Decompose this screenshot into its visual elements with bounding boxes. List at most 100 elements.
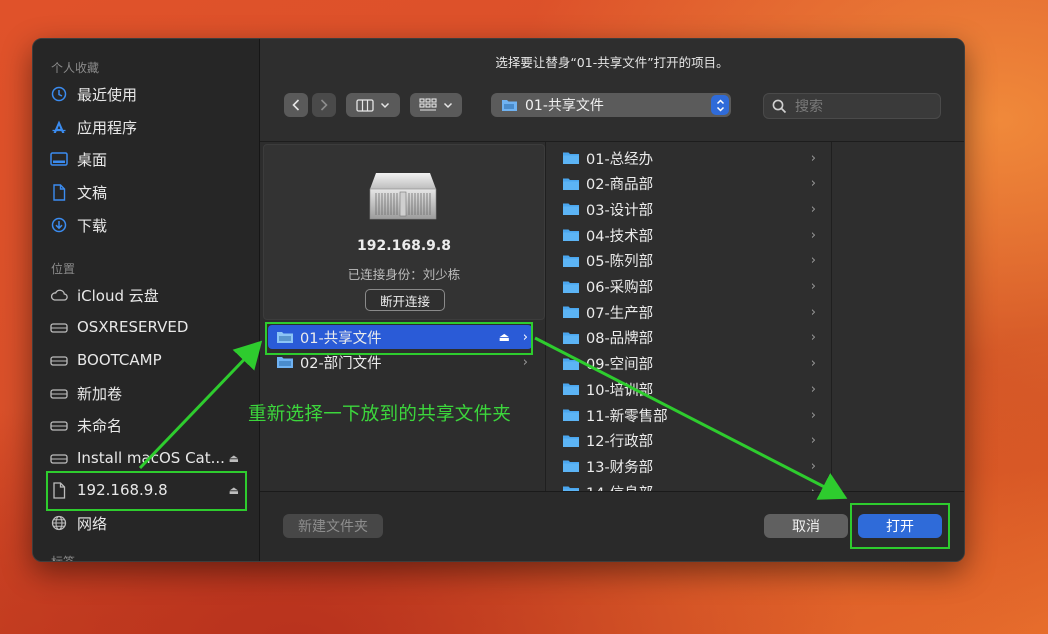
sidebar-item-bootcamp[interactable]: BOOTCAMP bbox=[49, 346, 245, 374]
sidebar-item-label: 新加卷 bbox=[77, 384, 123, 403]
cancel-button[interactable]: 取消 bbox=[764, 514, 848, 538]
folder-icon bbox=[562, 202, 580, 216]
drive-icon bbox=[49, 317, 69, 337]
column1-item-shared-files[interactable]: 01-共享文件 ⏏ › bbox=[268, 325, 532, 349]
sidebar-item-downloads[interactable]: 下载 bbox=[49, 211, 245, 239]
sidebar-item-icloud[interactable]: iCloud 云盘 bbox=[49, 281, 245, 309]
sidebar-item-recents[interactable]: 最近使用 bbox=[49, 80, 245, 108]
folder-label: 02-部门文件 bbox=[300, 355, 382, 372]
sidebar-item-server[interactable]: 192.168.9.8 ⏏ bbox=[49, 476, 245, 504]
location-label: 01-共享文件 bbox=[525, 98, 604, 114]
forward-button[interactable] bbox=[312, 93, 336, 117]
folder-label: 13-财务部 bbox=[586, 459, 654, 476]
sidebar-item-label: 文稿 bbox=[77, 183, 108, 202]
chevron-right-icon: › bbox=[810, 176, 816, 192]
list-item[interactable]: 09-空间部 › bbox=[550, 352, 820, 376]
chevron-down-icon bbox=[380, 102, 390, 108]
list-item[interactable]: 06-采购部 › bbox=[550, 275, 820, 299]
sidebar-section-favorites: 个人收藏 bbox=[51, 61, 100, 75]
folder-icon bbox=[562, 382, 580, 396]
column-2: 01-总经办 › 02-商品部 › 03-设计部 › 04-技术部 › 05-陈列部 › 06-采购… bbox=[546, 142, 830, 491]
list-item[interactable]: 04-技术部 › bbox=[550, 223, 820, 247]
location-popup[interactable]: 01-共享文件 bbox=[491, 93, 731, 117]
sidebar-item-untitled[interactable]: 未命名 bbox=[49, 411, 245, 439]
search-placeholder: 搜索 bbox=[795, 99, 823, 115]
sidebar-item-label: 192.168.9.8 bbox=[77, 481, 168, 499]
sidebar-item-label: Install macOS Cat... bbox=[77, 449, 225, 467]
list-item[interactable]: 07-生产部 › bbox=[550, 300, 820, 324]
list-item[interactable]: 05-陈列部 › bbox=[550, 249, 820, 273]
folder-label: 01-总经办 bbox=[586, 151, 654, 168]
folder-icon bbox=[562, 305, 580, 319]
eject-icon[interactable]: ⏏ bbox=[229, 484, 239, 497]
chevron-right-icon: › bbox=[810, 407, 816, 423]
server-icon bbox=[49, 480, 69, 500]
drive-icon bbox=[49, 415, 69, 435]
list-item[interactable]: 02-商品部 › bbox=[550, 172, 820, 196]
folder-label: 02-商品部 bbox=[586, 177, 654, 194]
folder-icon bbox=[562, 331, 580, 345]
shared-folder-icon bbox=[501, 98, 518, 112]
disconnect-button[interactable]: 断开连接 bbox=[365, 289, 445, 311]
open-button[interactable]: 打开 bbox=[858, 514, 942, 538]
list-item[interactable]: 10-培训部 › bbox=[550, 377, 820, 401]
folder-icon bbox=[562, 408, 580, 422]
folder-label: 11-新零售部 bbox=[586, 408, 668, 425]
folder-label: 10-培训部 bbox=[586, 382, 654, 399]
folder-icon bbox=[562, 357, 580, 371]
sidebar-item-desktop[interactable]: 桌面 bbox=[49, 145, 245, 173]
desktop-icon bbox=[49, 149, 69, 169]
sidebar-section-tags: 标签 bbox=[51, 555, 76, 562]
list-item[interactable]: 03-设计部 › bbox=[550, 197, 820, 221]
folder-label: 09-空间部 bbox=[586, 357, 654, 374]
sidebar-item-label: BOOTCAMP bbox=[77, 351, 162, 369]
download-icon bbox=[49, 215, 69, 235]
folder-icon bbox=[562, 434, 580, 448]
chevron-right-icon bbox=[320, 99, 328, 111]
chevron-right-icon: › bbox=[810, 458, 816, 474]
server-preview: 192.168.9.8 已连接身份：刘少栋 断开连接 bbox=[263, 144, 545, 320]
list-item[interactable]: 14-信息部› bbox=[550, 480, 820, 491]
folder-label: 01-共享文件 bbox=[300, 330, 382, 347]
clock-icon bbox=[49, 84, 69, 104]
sidebar-item-applications[interactable]: 应用程序 bbox=[49, 113, 245, 141]
sidebar-item-new-volume[interactable]: 新加卷 bbox=[49, 379, 245, 407]
back-button[interactable] bbox=[284, 93, 308, 117]
sidebar-item-install-macos[interactable]: Install macOS Cat... ⏏ bbox=[49, 444, 245, 472]
new-folder-button[interactable]: 新建文件夹 bbox=[283, 514, 383, 538]
search-field[interactable]: 搜索 bbox=[763, 93, 941, 119]
group-button[interactable] bbox=[410, 93, 462, 117]
chevron-right-icon: › bbox=[810, 150, 816, 166]
main-pane: 选择要让替身“01-共享文件”打开的项目。 01-共享文件 搜索 192.168… bbox=[260, 39, 964, 561]
folder-label: 07-生产部 bbox=[586, 305, 654, 322]
eject-icon[interactable]: ⏏ bbox=[229, 452, 239, 465]
folder-label: 12-行政部 bbox=[586, 434, 654, 451]
sidebar-item-documents[interactable]: 文稿 bbox=[49, 178, 245, 206]
list-item[interactable]: 11-新零售部 › bbox=[550, 403, 820, 427]
sidebar-item-label: OSXRESERVED bbox=[77, 318, 189, 336]
column-divider[interactable] bbox=[831, 142, 832, 491]
chevron-right-icon: › bbox=[522, 354, 528, 370]
sidebar-item-network[interactable]: 网络 bbox=[49, 509, 245, 537]
open-dialog-window: 个人收藏 最近使用 应用程序 桌面 文稿 下载 位置 iCloud 云盘 OSX… bbox=[32, 38, 965, 562]
column1-item-dept-files[interactable]: 02-部门文件 › bbox=[268, 350, 532, 374]
sidebar-item-label: 应用程序 bbox=[77, 118, 138, 137]
list-item[interactable]: 01-总经办 › bbox=[550, 146, 820, 170]
search-icon bbox=[772, 99, 787, 113]
grid-icon bbox=[419, 98, 437, 111]
sidebar-section-locations: 位置 bbox=[51, 262, 76, 276]
folder-label: 03-设计部 bbox=[586, 202, 654, 219]
chevron-right-icon: › bbox=[522, 329, 528, 345]
folder-icon bbox=[562, 254, 580, 268]
folder-icon bbox=[562, 228, 580, 242]
sidebar-item-osxreserved[interactable]: OSXRESERVED bbox=[49, 313, 245, 341]
chevron-right-icon: › bbox=[810, 253, 816, 269]
chevron-right-icon: › bbox=[810, 381, 816, 397]
view-mode-button[interactable] bbox=[346, 93, 400, 117]
list-item[interactable]: 08-品牌部 › bbox=[550, 326, 820, 350]
chevron-right-icon: › bbox=[810, 433, 816, 449]
list-item[interactable]: 12-行政部 › bbox=[550, 429, 820, 453]
drive-icon bbox=[49, 448, 69, 468]
list-item[interactable]: 13-财务部 › bbox=[550, 454, 820, 478]
eject-icon[interactable]: ⏏ bbox=[499, 330, 510, 344]
